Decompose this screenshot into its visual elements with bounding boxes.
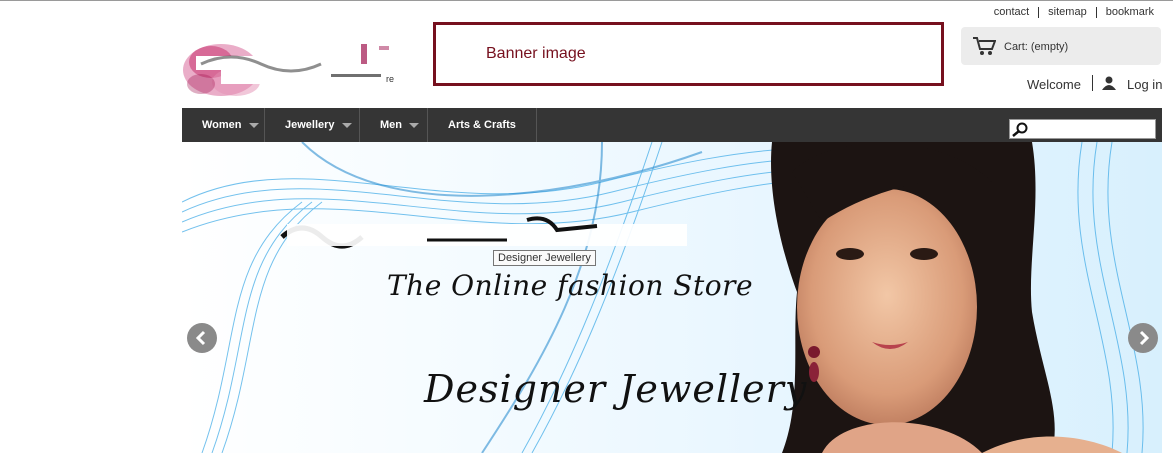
arrow-left-icon <box>195 330 206 346</box>
banner-placeholder[interactable]: Banner image <box>433 22 944 86</box>
dropdown-caret-icon <box>341 122 352 128</box>
logo-graphic: re <box>183 40 399 96</box>
nav-item-label: Jewellery <box>285 119 335 131</box>
banner-label: Banner image <box>486 45 586 62</box>
nav-item-women[interactable]: Women <box>182 108 265 142</box>
hero-tagline: The Online fashion Store <box>387 269 754 302</box>
bookmark-link[interactable]: bookmark <box>1106 6 1154 18</box>
magnifier-icon[interactable] <box>1012 122 1028 137</box>
utility-links: contact sitemap bookmark <box>994 6 1154 18</box>
account-separator <box>1092 75 1093 91</box>
top-border <box>0 0 1173 1</box>
user-icon <box>1102 76 1116 90</box>
svg-text:re: re <box>386 74 394 84</box>
welcome-text: Welcome <box>1027 77 1081 92</box>
nav-item-men[interactable]: Men <box>360 108 428 142</box>
shopping-cart-icon <box>973 37 996 55</box>
nav-item-jewellery[interactable]: Jewellery <box>265 108 360 142</box>
link-separator <box>1038 6 1040 18</box>
cart-widget[interactable]: Cart: (empty) <box>961 27 1161 65</box>
slider-prev-button[interactable] <box>187 323 217 353</box>
nav-item-label: Men <box>380 119 402 131</box>
site-logo[interactable]: re <box>181 34 406 102</box>
search-box[interactable] <box>1009 119 1156 139</box>
dropdown-caret-icon <box>248 122 259 128</box>
hero-tooltip: Designer Jewellery <box>493 250 596 266</box>
contact-link[interactable]: contact <box>994 6 1029 18</box>
dropdown-caret-icon <box>409 122 419 128</box>
nav-item-label: Women <box>202 119 242 131</box>
link-separator <box>1095 6 1097 18</box>
nav-item-label: Arts & Crafts <box>448 119 516 131</box>
hero-slider: Designer Jewellery The Online fashion St… <box>182 142 1162 453</box>
arrow-right-icon <box>1139 330 1150 346</box>
main-nav: Women Jewellery Men Arts & Crafts <box>182 108 1162 142</box>
cart-status: Cart: (empty) <box>1004 41 1069 53</box>
search-input[interactable] <box>1030 120 1150 137</box>
sitemap-link[interactable]: sitemap <box>1048 6 1087 18</box>
slider-next-button[interactable] <box>1128 323 1158 353</box>
hero-headline: Designer Jewellery <box>424 367 808 411</box>
login-link[interactable]: Log in <box>1127 77 1162 92</box>
nav-item-arts-crafts[interactable]: Arts & Crafts <box>428 108 537 142</box>
hero-brand-redaction <box>280 216 687 249</box>
